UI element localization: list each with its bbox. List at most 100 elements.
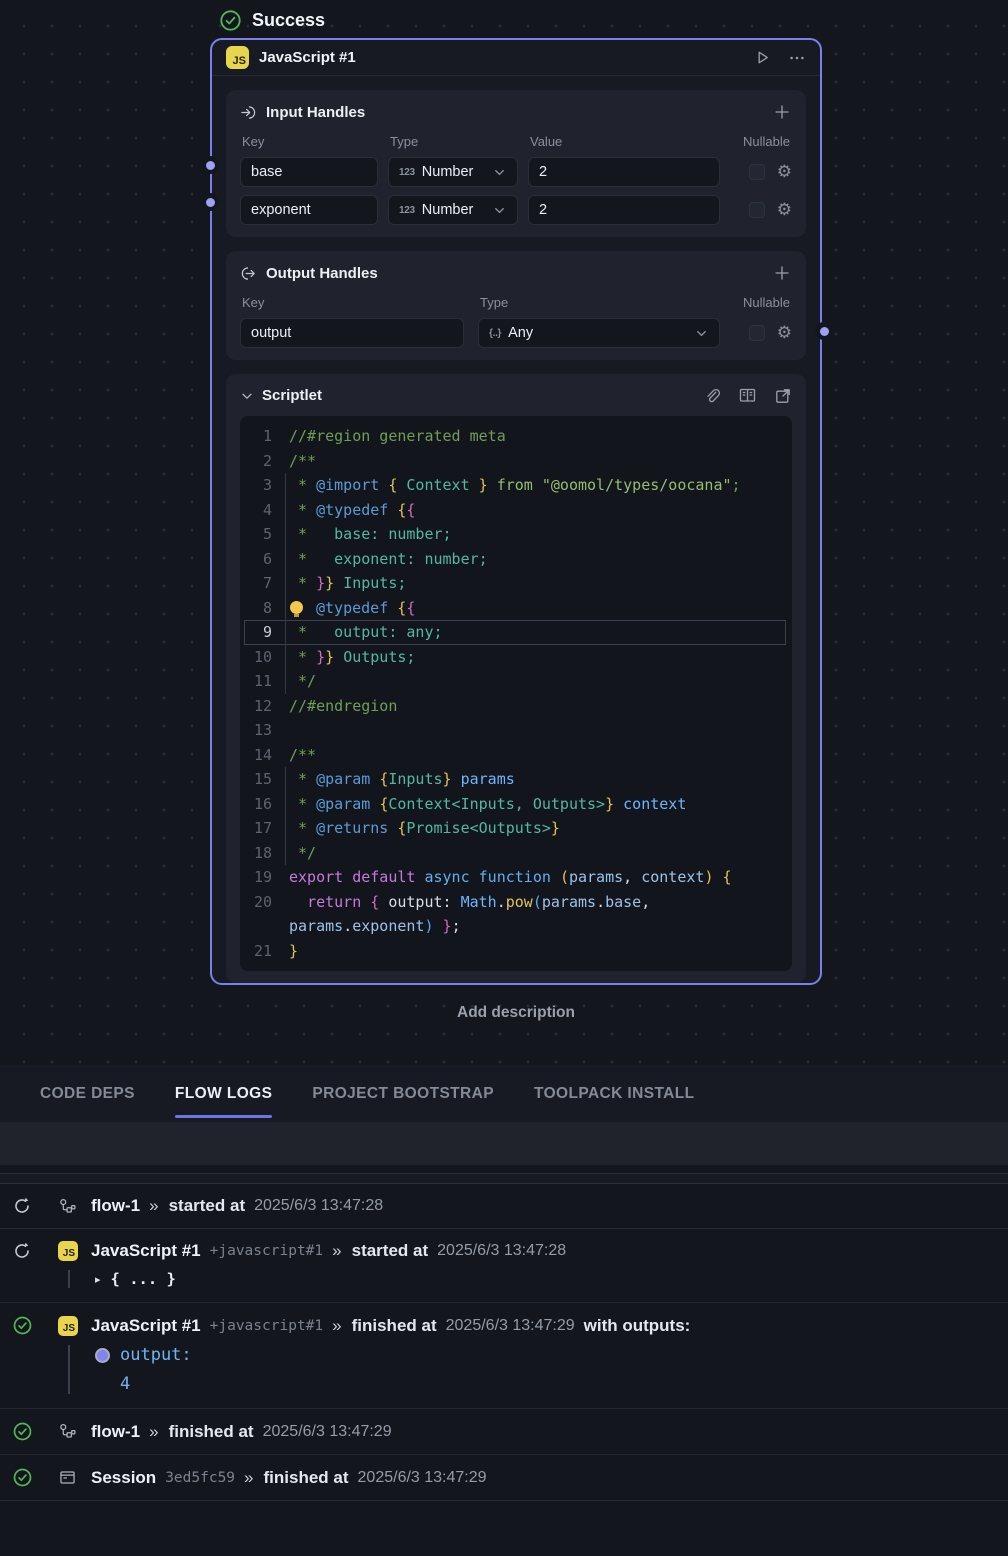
code-text: * @param {Context<Inputs, Outputs>} cont…	[284, 792, 686, 817]
log-arrow: »	[149, 1422, 158, 1442]
type-select-value: Number	[422, 202, 474, 218]
success-check-icon	[12, 1421, 33, 1442]
line-number: 10	[244, 645, 272, 670]
code-line: 14/**	[244, 743, 786, 768]
code-line: 20 return { output: Math.pow(params.base…	[244, 890, 786, 915]
log-arrow: »	[332, 1241, 341, 1261]
code-text: * @import { Context } from "@oomol/types…	[284, 473, 741, 498]
column-header-key: Key	[240, 295, 464, 310]
node-header[interactable]: JS JavaScript #1	[212, 40, 820, 76]
nullable-checkbox[interactable]	[749, 202, 765, 218]
type-select[interactable]: {..} Any	[478, 318, 720, 348]
line-number: 17	[244, 816, 272, 841]
log-node-id: +javascript#1	[210, 1243, 324, 1259]
log-row: flow-1»finished at2025/6/3 13:47:29	[0, 1409, 1008, 1455]
code-text: */	[284, 841, 316, 866]
input-port-exponent[interactable]	[201, 193, 219, 211]
log-action: finished at	[169, 1422, 254, 1442]
log-row: JSJavaScript #1+javascript#1»started at2…	[0, 1229, 1008, 1303]
number-type-icon: 123	[399, 167, 415, 178]
log-arrow: »	[149, 1196, 158, 1216]
code-line: 18 */	[244, 841, 786, 866]
chevron-down-icon	[492, 203, 507, 218]
tab-code-deps[interactable]: CODE DEPS	[40, 1085, 135, 1103]
key-field[interactable]: base	[240, 157, 378, 187]
line-number: 6	[244, 547, 272, 572]
code-line: 10 * }} Outputs;	[244, 645, 786, 670]
success-check-icon	[219, 9, 242, 32]
code-line: 21}	[244, 939, 786, 964]
output-port-output[interactable]	[815, 322, 833, 340]
code-text: * @param {Inputs} params	[284, 767, 515, 792]
code-text: * @returns {Promise<Outputs>}	[284, 816, 560, 841]
settings-gear-button[interactable]: ⚙	[777, 164, 792, 181]
collapse-chevron-icon[interactable]	[240, 389, 254, 403]
line-number: 19	[244, 865, 272, 890]
log-action: started at	[169, 1196, 246, 1216]
value-field[interactable]: 2	[528, 195, 720, 225]
tab-toolpack-install[interactable]: TOOLPACK INSTALL	[534, 1085, 695, 1103]
code-line: 9 * output: any;	[244, 620, 786, 645]
js-node[interactable]: JS JavaScript #1 Input Handles	[210, 38, 822, 985]
tab-project-bootstrap[interactable]: PROJECT BOOTSTRAP	[312, 1085, 494, 1103]
code-line: 12//#endregion	[244, 694, 786, 719]
column-header-key: Key	[240, 134, 378, 149]
type-select-value: Any	[508, 325, 533, 341]
column-header-nullable: Nullable	[741, 295, 792, 310]
nullable-checkbox[interactable]	[749, 164, 765, 180]
line-number: 5	[244, 522, 272, 547]
attachment-paperclip-icon[interactable]	[703, 386, 721, 405]
column-header-value: Value	[528, 134, 720, 149]
code-text: * }} Inputs;	[284, 571, 406, 596]
log-detail-expander[interactable]: ▸{ ... }	[95, 1270, 1008, 1288]
code-text: export default async function (params, c…	[284, 865, 732, 890]
code-line: 15 * @param {Inputs} params	[244, 767, 786, 792]
log-row: flow-1»started at2025/6/3 13:47:28	[0, 1184, 1008, 1229]
key-field[interactable]: output	[240, 318, 464, 348]
docs-book-icon[interactable]	[738, 386, 757, 405]
add-input-handle-button[interactable]	[772, 102, 792, 122]
open-external-icon[interactable]	[774, 386, 792, 405]
code-text: //#region generated meta	[284, 424, 506, 449]
code-line: 7 * }} Inputs;	[244, 571, 786, 596]
add-output-handle-button[interactable]	[772, 263, 792, 283]
type-select[interactable]: 123 Number	[388, 157, 518, 187]
any-type-icon: {..}	[489, 328, 501, 339]
output-handles-icon	[240, 265, 257, 282]
spinner-icon	[12, 1196, 32, 1216]
code-line: params.exponent) };	[244, 914, 786, 939]
code-line: 5 * base: number;	[244, 522, 786, 547]
type-select[interactable]: 123 Number	[388, 195, 518, 225]
nullable-checkbox[interactable]	[749, 325, 765, 341]
key-field[interactable]: exponent	[240, 195, 378, 225]
value-field[interactable]: 2	[528, 157, 720, 187]
settings-gear-button[interactable]: ⚙	[777, 202, 792, 219]
code-text	[284, 718, 289, 743]
settings-gear-button[interactable]: ⚙	[777, 325, 792, 342]
log-arrow: »	[332, 1316, 341, 1336]
flow-icon	[58, 1422, 77, 1441]
code-text: * exponent: number;	[284, 547, 488, 572]
code-text: * base: number;	[284, 522, 452, 547]
code-text: }	[284, 939, 298, 964]
flow-canvas[interactable]: Success JS JavaScript #1 Input Handles	[0, 0, 1008, 1065]
more-options-button[interactable]	[788, 49, 806, 67]
flow-icon	[58, 1197, 77, 1216]
log-arrow: »	[244, 1468, 253, 1488]
input-port-base[interactable]	[201, 156, 219, 174]
expander-preview: { ... }	[111, 1270, 176, 1288]
logs-toolbar-strip	[0, 1122, 1008, 1165]
tab-flow-logs[interactable]: FLOW LOGS	[175, 1085, 272, 1103]
status-badge-label: Success	[252, 10, 325, 31]
log-time: 2025/6/3 13:47:29	[263, 1423, 392, 1441]
output-handles-section: Output Handles Key Type Nullable output …	[226, 251, 806, 360]
code-editor[interactable]: 1//#region generated meta2/**3 * @import…	[240, 416, 792, 971]
spacer	[0, 1165, 1008, 1173]
line-number: 1	[244, 424, 272, 449]
success-check-icon	[12, 1467, 33, 1488]
lightbulb-icon[interactable]	[290, 601, 303, 614]
add-description-button[interactable]: Add description	[210, 1004, 822, 1022]
run-node-button[interactable]	[753, 48, 772, 67]
session-icon	[58, 1468, 77, 1487]
log-action: finished at	[264, 1468, 349, 1488]
